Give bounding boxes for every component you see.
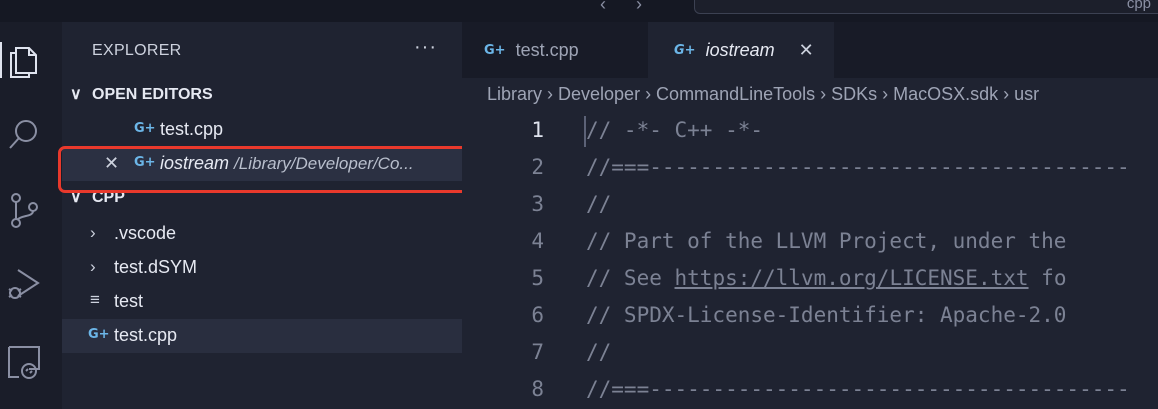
explorer-icon[interactable] xyxy=(0,36,48,84)
history-nav: ‹› xyxy=(600,0,672,15)
chevron-right-icon: › xyxy=(90,223,96,242)
text-cursor xyxy=(584,116,586,147)
forward-icon[interactable]: › xyxy=(636,0,672,14)
tree-item[interactable]: ≡ test xyxy=(62,285,462,319)
line-number: 2 xyxy=(531,155,544,179)
code-line: 7 // xyxy=(462,334,1158,371)
code-text: //===-----------------------------------… xyxy=(586,377,1130,401)
code-line: 8 //===---------------------------------… xyxy=(462,371,1158,408)
code-text: // See xyxy=(586,266,675,290)
line-number: 4 xyxy=(531,229,544,253)
cpp-file-icon: G+ xyxy=(674,42,696,58)
cpp-file-icon: G+ xyxy=(88,327,110,342)
file-lines-icon: ≡ xyxy=(90,290,100,309)
line-number: 3 xyxy=(531,192,544,216)
code-line: 3 // xyxy=(462,186,1158,223)
code-text: // Part of the LLVM Project, under the xyxy=(586,229,1067,253)
tab-label: test.cpp xyxy=(515,39,579,60)
title-bar: ‹› cpp xyxy=(0,0,1158,22)
tab-iostream[interactable]: G+ iostream ✕ xyxy=(648,22,834,78)
back-icon[interactable]: ‹ xyxy=(600,0,636,14)
line-number: 7 xyxy=(531,340,544,364)
cpp-file-icon: G+ xyxy=(484,42,506,58)
cpp-file-icon: G+ xyxy=(134,121,156,136)
line-number: 6 xyxy=(531,303,544,327)
command-center-text: cpp xyxy=(1126,0,1151,12)
search-icon[interactable] xyxy=(0,110,48,158)
tree-item-label: test.dSYM xyxy=(114,257,198,277)
code-text: fo xyxy=(1028,266,1067,290)
open-editors-label: OPEN EDITORS xyxy=(92,86,213,103)
activity-bar xyxy=(0,22,62,409)
line-number: 8 xyxy=(531,377,544,401)
tree-item-label: test.cpp xyxy=(114,325,178,345)
tree-item[interactable]: › .vscode xyxy=(62,217,462,251)
highlight-annotation xyxy=(58,146,474,193)
code-line: 1 // -*- C++ -*- xyxy=(462,112,1158,149)
chevron-right-icon: › xyxy=(90,257,96,276)
explorer-title: EXPLORER xyxy=(92,42,182,59)
line-number: 5 xyxy=(531,266,544,290)
tree-item-label: test xyxy=(114,291,144,311)
code-text: // SPDX-License-Identifier: Apache-2.0 xyxy=(586,303,1067,327)
explorer-header: EXPLORER ··· xyxy=(62,22,462,78)
close-icon[interactable]: ✕ xyxy=(799,40,814,61)
code-line: 5 // See https://llvm.org/LICENSE.txt fo xyxy=(462,260,1158,297)
license-link[interactable]: https://llvm.org/LICENSE.txt xyxy=(675,266,1029,290)
open-editors-header[interactable]: ∨ OPEN EDITORS xyxy=(62,78,462,112)
chevron-down-icon: ∨ xyxy=(70,86,82,103)
code-text: //===-----------------------------------… xyxy=(586,155,1130,179)
tree-item-label: .vscode xyxy=(114,223,177,243)
code-editor[interactable]: 1 // -*- C++ -*- 2 //===----------------… xyxy=(462,112,1158,409)
open-editor-item[interactable]: G+ test.cpp xyxy=(62,113,462,147)
editor-tabs: G+ test.cpp G+ iostream ✕ xyxy=(462,22,1158,78)
tree-item[interactable]: › test.dSYM xyxy=(62,251,462,285)
code-line: 2 //===---------------------------------… xyxy=(462,149,1158,186)
tab-label: iostream xyxy=(705,39,775,60)
code-line: 6 // SPDX-License-Identifier: Apache-2.0 xyxy=(462,297,1158,334)
command-center-search[interactable]: cpp xyxy=(694,0,1158,14)
code-text: // xyxy=(586,192,612,216)
code-line: 4 // Part of the LLVM Project, under the xyxy=(462,223,1158,260)
line-number: 1 xyxy=(531,118,544,142)
source-control-icon[interactable] xyxy=(0,186,48,234)
remote-explorer-icon[interactable] xyxy=(0,338,48,386)
breadcrumb[interactable]: Library › Developer › CommandLineTools ›… xyxy=(487,84,1039,105)
run-debug-icon[interactable] xyxy=(0,260,48,308)
explorer-sidebar: EXPLORER ··· ∨ OPEN EDITORS G+ test.cpp … xyxy=(62,22,462,409)
open-editor-name: test.cpp xyxy=(160,119,224,139)
code-text: // -*- C++ -*- xyxy=(586,118,764,142)
tree-item[interactable]: G+ test.cpp xyxy=(62,319,462,353)
code-text: // xyxy=(586,340,612,364)
tab-test-cpp[interactable]: G+ test.cpp xyxy=(462,22,648,78)
more-actions-button[interactable]: ··· xyxy=(414,36,437,59)
